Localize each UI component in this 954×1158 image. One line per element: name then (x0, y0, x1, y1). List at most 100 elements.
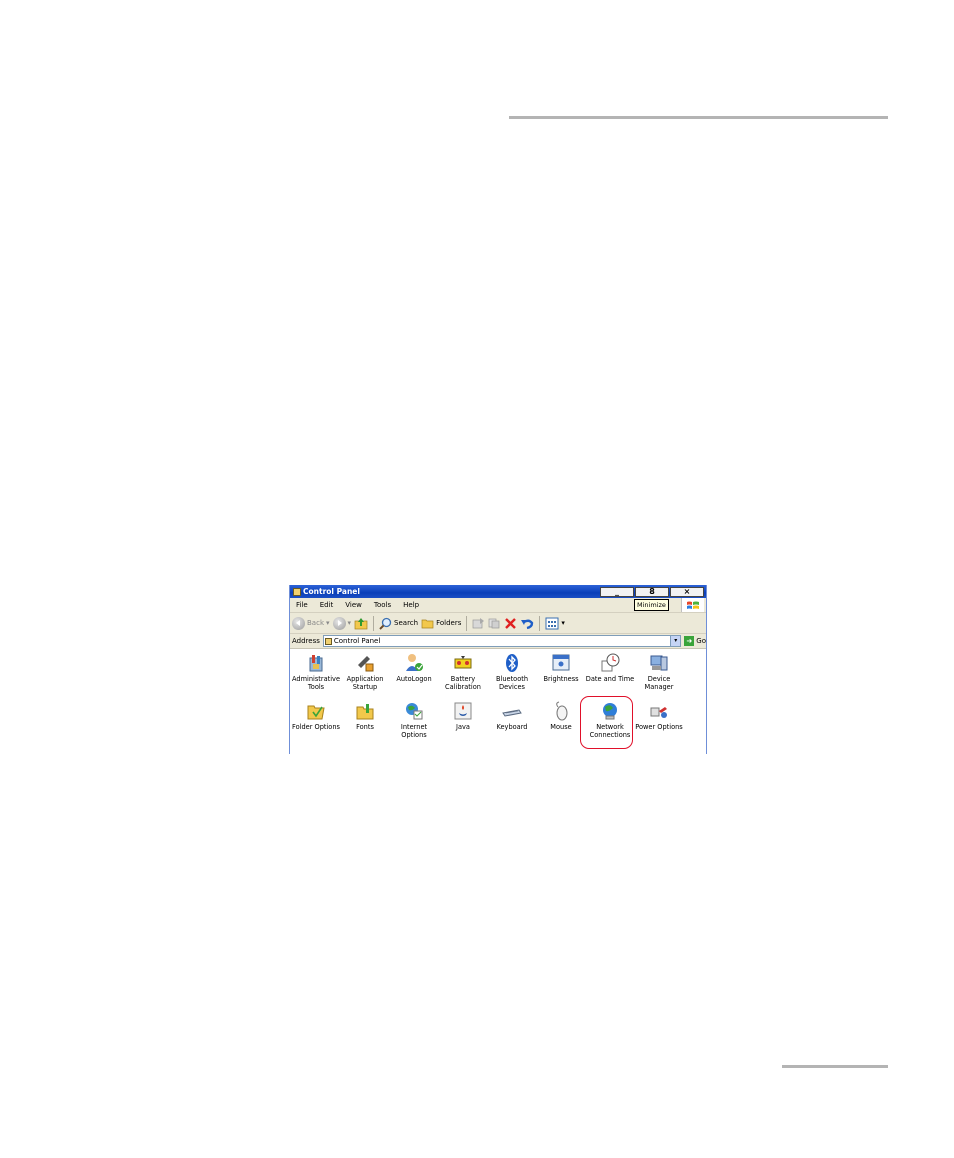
minimize-button[interactable]: _ (600, 586, 634, 597)
item-bluetooth-devices[interactable]: Bluetooth Devices (487, 653, 537, 691)
folders-button[interactable]: Folders (421, 617, 461, 629)
address-value: Control Panel (333, 637, 381, 645)
item-label: Fonts (356, 723, 374, 731)
item-label: Device Manager (644, 675, 674, 691)
delete-button[interactable] (504, 617, 517, 630)
item-label: Power Options (635, 723, 683, 731)
item-date-and-time[interactable]: Date and Time (585, 653, 635, 683)
item-battery-calibration[interactable]: Battery Calibration (438, 653, 488, 691)
item-application-startup[interactable]: Application Startup (340, 653, 390, 691)
administrative-tools-icon (309, 655, 323, 672)
footer-rule (782, 1065, 888, 1068)
item-mouse[interactable]: Mouse (536, 701, 586, 731)
minimize-tooltip: Minimize (634, 599, 669, 611)
item-label: Brightness (543, 675, 579, 683)
item-label: Folder Options (292, 723, 340, 731)
move-to-button[interactable] (472, 617, 485, 629)
item-internet-options[interactable]: Internet Options (389, 701, 439, 739)
application-startup-icon (358, 656, 374, 672)
bluetooth-icon (506, 654, 518, 672)
views-icon (545, 617, 559, 629)
chevron-down-icon: ▾ (347, 619, 352, 627)
menu-view[interactable]: View (339, 601, 368, 609)
toolbar-separator (539, 615, 541, 631)
autologon-icon (406, 654, 423, 671)
search-label: Search (394, 619, 419, 627)
search-icon (379, 617, 392, 630)
keyboard-icon (502, 709, 522, 717)
toolbar-separator (466, 615, 468, 631)
item-device-manager[interactable]: Device Manager (634, 653, 684, 691)
menu-file[interactable]: File (290, 601, 314, 609)
back-label: Back (307, 619, 324, 627)
item-label: Application Startup (346, 675, 384, 691)
go-button[interactable]: ➜ Go (684, 636, 706, 646)
delete-icon (505, 617, 517, 629)
views-button[interactable]: ▾ (545, 617, 565, 630)
menu-help[interactable]: Help (397, 601, 425, 609)
item-power-options[interactable]: Power Options (634, 701, 684, 731)
folders-label: Folders (436, 619, 462, 627)
undo-button[interactable] (520, 617, 534, 630)
power-options-icon (650, 707, 667, 718)
item-label: Mouse (550, 723, 572, 731)
network-connections-highlight (580, 696, 633, 749)
item-label: Administrative Tools (292, 675, 340, 691)
toolbar-separator (373, 615, 375, 631)
item-autologon[interactable]: AutoLogon (389, 653, 439, 683)
fonts-icon (356, 704, 374, 720)
address-dropdown-icon[interactable]: ▾ (670, 636, 681, 646)
item-brightness[interactable]: Brightness (536, 653, 586, 683)
item-label: Date and Time (585, 675, 635, 683)
address-bar: Address Control Panel ▾ ➜ Go (290, 634, 706, 649)
icon-view: Administrative Tools Application Startup… (290, 649, 706, 754)
folder-icon (421, 619, 434, 629)
item-fonts[interactable]: Fonts (340, 701, 390, 731)
close-button[interactable]: × (670, 586, 704, 597)
address-input[interactable]: Control Panel ▾ (322, 635, 682, 647)
item-label: Bluetooth Devices (495, 675, 528, 691)
brightness-icon (552, 654, 570, 671)
menu-tools[interactable]: Tools (368, 601, 397, 609)
menu-edit[interactable]: Edit (314, 601, 340, 609)
back-button[interactable]: Back ▾ (292, 616, 330, 630)
copy-to-button[interactable] (488, 617, 501, 629)
go-arrow-icon: ➜ (684, 636, 695, 646)
chevron-down-icon: ▾ (326, 619, 330, 627)
item-keyboard[interactable]: Keyboard (487, 701, 537, 731)
toolbar: Back ▾ ▾ Search Folders ▾ (290, 613, 706, 634)
item-administrative-tools[interactable]: Administrative Tools (291, 653, 341, 691)
forward-arrow-icon (332, 616, 346, 630)
battery-calibration-icon (454, 656, 472, 669)
header-rule (509, 116, 888, 119)
title-bar[interactable]: Control Panel _ 8 × (290, 585, 706, 598)
device-manager-icon (650, 655, 668, 671)
item-folder-options[interactable]: Folder Options (291, 701, 341, 731)
control-panel-small-icon (324, 637, 332, 645)
item-label: AutoLogon (396, 675, 432, 683)
forward-button[interactable]: ▾ (332, 616, 352, 630)
restore-button[interactable]: 8 (635, 586, 669, 597)
item-label: Java (456, 723, 470, 731)
internet-options-icon (406, 703, 423, 720)
item-label: Battery Calibration (445, 675, 481, 691)
control-panel-icon (293, 587, 301, 596)
copy-to-icon (489, 618, 500, 629)
folder-options-icon (307, 705, 325, 720)
move-to-icon (473, 618, 485, 629)
windows-logo-icon (681, 598, 704, 612)
date-time-icon (601, 653, 620, 672)
address-label: Address (292, 637, 320, 645)
window-title: Control Panel (303, 587, 360, 596)
back-arrow-icon (292, 616, 305, 630)
control-panel-window: Control Panel _ 8 × File Edit View Tools… (289, 585, 707, 754)
item-label: Internet Options (400, 723, 428, 739)
mouse-icon (556, 701, 568, 721)
item-java[interactable]: Java (438, 701, 488, 731)
up-folder-button[interactable] (354, 617, 368, 630)
search-button[interactable]: Search (379, 617, 418, 630)
go-label: Go (696, 637, 706, 645)
up-folder-icon (354, 617, 368, 629)
menu-bar: File Edit View Tools Help Minimize (290, 598, 706, 613)
java-icon (454, 702, 472, 720)
